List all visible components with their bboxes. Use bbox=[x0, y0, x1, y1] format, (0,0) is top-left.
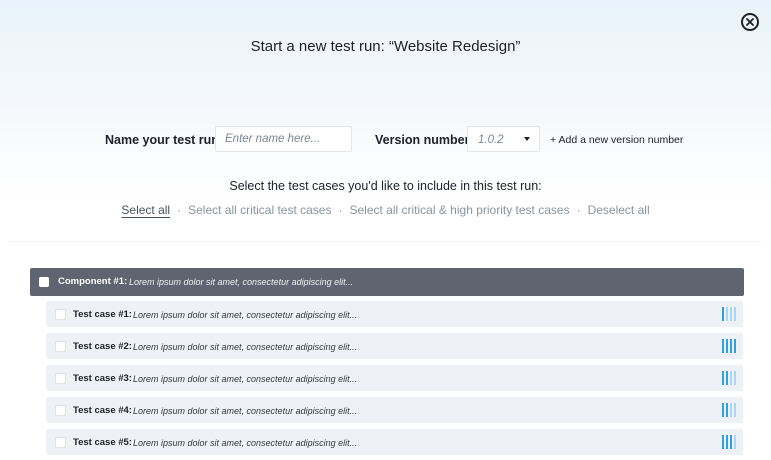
add-version-link[interactable]: + Add a new version number bbox=[550, 134, 683, 146]
select-all-link[interactable]: Select all bbox=[121, 203, 170, 217]
test-case-title: Test case #2: bbox=[73, 341, 132, 352]
priority-bars-icon bbox=[722, 371, 736, 385]
priority-bar bbox=[722, 403, 724, 417]
name-label: Name your test run: bbox=[105, 133, 224, 147]
test-case-checkbox[interactable] bbox=[55, 373, 66, 384]
priority-bar bbox=[726, 371, 728, 385]
test-case-description: Lorem ipsum dolor sit amet, consectetur … bbox=[133, 342, 358, 352]
test-case-checkbox[interactable] bbox=[55, 309, 66, 320]
version-value: 1.0.2 bbox=[478, 134, 504, 146]
priority-bar bbox=[730, 371, 732, 385]
caret-down-icon bbox=[524, 137, 530, 141]
priority-bar bbox=[734, 371, 736, 385]
close-button[interactable] bbox=[741, 13, 759, 31]
priority-bars-icon bbox=[722, 403, 736, 417]
separator-dot: · bbox=[338, 203, 343, 217]
priority-bar bbox=[730, 307, 732, 321]
test-case-title: Test case #1: bbox=[73, 309, 132, 320]
priority-bar bbox=[722, 371, 724, 385]
version-label: Version number: bbox=[375, 133, 474, 147]
priority-bar bbox=[726, 307, 728, 321]
test-case-row[interactable]: Test case #3: Lorem ipsum dolor sit amet… bbox=[46, 365, 743, 391]
page-title: Start a new test run: “Website Redesign” bbox=[250, 38, 521, 55]
test-case-title: Test case #3: bbox=[73, 373, 132, 384]
test-case-checkbox[interactable] bbox=[55, 405, 66, 416]
test-case-row[interactable]: Test case #2: Lorem ipsum dolor sit amet… bbox=[46, 333, 743, 359]
test-case-title: Test case #4: bbox=[73, 405, 132, 416]
priority-bar bbox=[734, 435, 736, 449]
name-input[interactable] bbox=[215, 126, 352, 152]
test-case-description: Lorem ipsum dolor sit amet, consectetur … bbox=[133, 406, 358, 416]
priority-bar bbox=[726, 339, 728, 353]
test-case-checkbox[interactable] bbox=[55, 437, 66, 448]
test-case-description: Lorem ipsum dolor sit amet, consectetur … bbox=[133, 310, 358, 320]
component-checkbox[interactable] bbox=[39, 277, 49, 287]
test-case-description: Lorem ipsum dolor sit amet, consectetur … bbox=[133, 438, 358, 448]
priority-bar bbox=[722, 339, 724, 353]
version-select[interactable]: 1.0.2 bbox=[467, 126, 540, 152]
priority-bar bbox=[722, 435, 724, 449]
select-critical-high-link[interactable]: Select all critical & high priority test… bbox=[349, 203, 569, 217]
priority-bar bbox=[726, 403, 728, 417]
priority-bars-icon bbox=[722, 307, 736, 321]
priority-bar bbox=[730, 339, 732, 353]
test-case-row[interactable]: Test case #4: Lorem ipsum dolor sit amet… bbox=[46, 397, 743, 423]
test-case-row[interactable]: Test case #5: Lorem ipsum dolor sit amet… bbox=[46, 429, 743, 455]
priority-bar bbox=[722, 307, 724, 321]
priority-bar bbox=[730, 403, 732, 417]
priority-bar bbox=[734, 307, 736, 321]
priority-bar bbox=[730, 435, 732, 449]
selection-links: Select all · Select all critical test case… bbox=[0, 203, 771, 217]
deselect-all-link[interactable]: Deselect all bbox=[588, 203, 650, 217]
test-case-checkbox[interactable] bbox=[55, 341, 66, 352]
select-critical-link[interactable]: Select all critical test cases bbox=[188, 203, 331, 217]
separator-dot: · bbox=[177, 203, 182, 217]
separator-dot: · bbox=[576, 203, 581, 217]
component-title: Component #1: bbox=[58, 276, 128, 287]
selection-prompt: Select the test cases you'd like to incl… bbox=[229, 179, 542, 193]
priority-bar bbox=[734, 403, 736, 417]
test-case-row[interactable]: Test case #1: Lorem ipsum dolor sit amet… bbox=[46, 301, 743, 327]
priority-bars-icon bbox=[722, 339, 736, 353]
component-description: Lorem ipsum dolor sit amet, consectetur … bbox=[129, 277, 354, 287]
test-run-form: Name your test run: Version number: 1.0.… bbox=[0, 126, 771, 154]
close-icon bbox=[746, 18, 754, 26]
priority-bar bbox=[734, 339, 736, 353]
component-row[interactable]: Component #1: Lorem ipsum dolor sit amet… bbox=[30, 268, 744, 296]
priority-bars-icon bbox=[722, 435, 736, 449]
divider bbox=[10, 241, 761, 242]
test-case-title: Test case #5: bbox=[73, 437, 132, 448]
priority-bar bbox=[726, 435, 728, 449]
test-case-description: Lorem ipsum dolor sit amet, consectetur … bbox=[133, 374, 358, 384]
